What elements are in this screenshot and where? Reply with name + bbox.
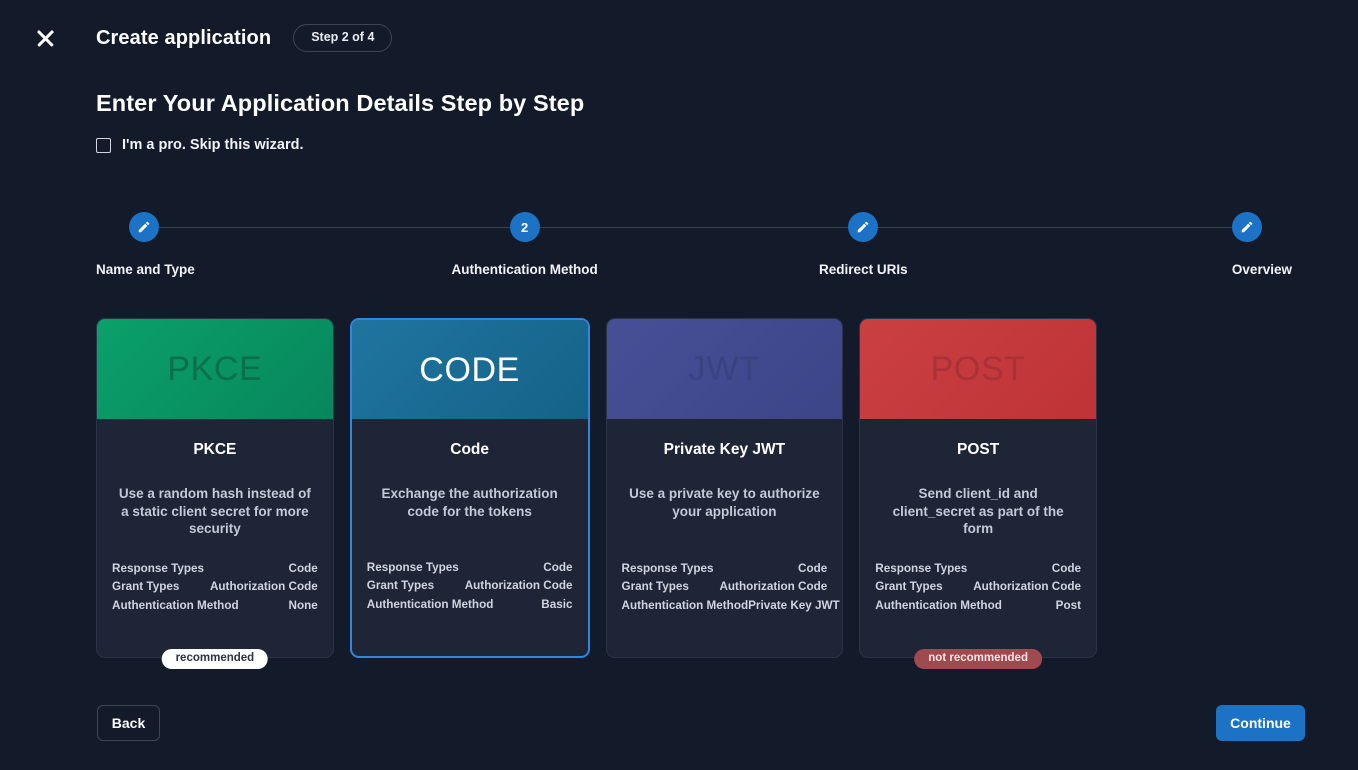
stepper-step-label: Overview [1231, 262, 1292, 277]
pencil-icon[interactable] [848, 212, 879, 242]
card-property-value: Code [543, 560, 573, 574]
card-property-row: Grant Types Authorization Code [875, 578, 1081, 597]
create-application-wizard: Create application Step 2 of 4 Enter You… [0, 0, 1358, 770]
stepper-step-label: Name and Type [96, 262, 195, 277]
card-property-row: Grant Types Authorization Code [112, 578, 318, 597]
card-title: Private Key JWT [663, 441, 786, 458]
pencil-icon[interactable] [1231, 212, 1262, 242]
pencil-icon[interactable] [129, 212, 159, 242]
card-property-value: Authorization Code [464, 579, 573, 592]
card-property-key: Response Types [621, 561, 714, 575]
card-property-row: Authentication Method Post [875, 597, 1081, 616]
close-icon[interactable] [30, 23, 60, 53]
card-property-value: Code [798, 561, 828, 575]
stepper-step-4[interactable]: Overview [1112, 212, 1292, 277]
card-property-row: Authentication Method Basic [367, 596, 573, 615]
step-indicator-badge: Step 2 of 4 [293, 24, 393, 52]
card-banner-text: JWT [688, 350, 761, 388]
card-banner: JWT [606, 319, 843, 419]
card-property-key: Grant Types [112, 580, 180, 593]
card-body: Private Key JWT Use a private key to auth… [607, 419, 843, 520]
card-title: Code [450, 441, 489, 458]
card-property-row: Response Types Code [875, 560, 1081, 579]
card-properties-table: Response Types Code Grant Types Authorizati… [860, 560, 1096, 616]
card-title: PKCE [193, 441, 237, 458]
card-property-key: Grant Types [366, 579, 435, 592]
stepper-steps: Name and Type 2 Authentication Method Redir… [96, 212, 1292, 277]
section-heading: Enter Your Application Details Step by S… [96, 90, 585, 116]
auth-method-card[interactable]: CODE Code Exchange the authorization code … [349, 318, 590, 658]
card-property-value: Authorization Code [973, 580, 1081, 593]
card-properties-table: Response Types Code Grant Types Authorizati… [607, 560, 843, 616]
step-number-badge[interactable]: 2 [509, 212, 540, 242]
card-body: PKCE Use a random hash instead of a stati… [97, 419, 333, 538]
card-property-value: Code [288, 561, 318, 575]
stepper-step-2[interactable]: 2 Authentication Method [435, 212, 615, 277]
card-property-key: Response Types [112, 561, 205, 575]
card-banner: CODE [351, 320, 588, 419]
card-property-key: Response Types [875, 561, 968, 575]
card-description: Exchange the authorization code for the … [381, 486, 558, 519]
card-properties-table: Response Types Code Grant Types Authorizati… [97, 560, 333, 616]
card-property-row: Authentication Method Private Key JWT [621, 597, 840, 616]
card-banner: PKCE [97, 319, 333, 419]
card-property-key: Authentication Method [112, 598, 239, 612]
card-property-key: Authentication Method [621, 598, 749, 612]
card-property-key: Grant Types [621, 580, 689, 593]
card-property-row: Grant Types Authorization Code [622, 578, 828, 597]
skip-wizard-label: I'm a pro. Skip this wizard. [122, 137, 304, 153]
card-property-value: Authorization Code [209, 580, 318, 593]
wizard-stepper: Name and Type 2 Authentication Method Redir… [96, 212, 1292, 282]
card-property-key: Grant Types [875, 580, 943, 593]
card-property-row: Authentication Method None [112, 597, 318, 616]
stepper-step-label: Authentication Method [451, 262, 598, 277]
stepper-step-3[interactable]: Redirect URIs [773, 212, 953, 277]
back-button[interactable]: Back [97, 705, 160, 741]
card-property-value: Post [1055, 598, 1081, 612]
card-title: POST [957, 441, 1000, 458]
card-description: Use a private key to authorize your appl… [629, 486, 820, 519]
auth-method-card[interactable]: JWT Private Key JWT Use a private key to a… [605, 318, 844, 658]
continue-button[interactable]: Continue [1216, 705, 1305, 741]
card-property-key: Response Types [366, 560, 459, 574]
step-number: 2 [521, 219, 529, 235]
auth-method-card-list: PKCE PKCE Use a random hash instead of a s… [96, 318, 1097, 669]
skip-wizard-checkbox-row[interactable]: I'm a pro. Skip this wizard. [96, 137, 304, 153]
card-body: POST Send client_id and client_secret as … [860, 419, 1096, 538]
card-property-row: Grant Types Authorization Code [367, 577, 573, 596]
card-banner: POST [860, 319, 1096, 419]
card-properties-table: Response Types Code Grant Types Authorizati… [352, 559, 588, 615]
card-body: Code Exchange the authorization code for … [352, 419, 588, 520]
card-property-value: Authorization Code [719, 580, 828, 593]
auth-method-card[interactable]: PKCE PKCE Use a random hash instead of a s… [96, 318, 334, 669]
card-description: Use a random hash instead of a static cl… [118, 486, 311, 536]
card-property-value: Code [1051, 561, 1081, 575]
stepper-step-1[interactable]: Name and Type [96, 212, 276, 277]
card-banner-text: CODE [419, 350, 520, 389]
card-property-row: Response Types Code [367, 559, 573, 578]
skip-wizard-checkbox[interactable] [96, 137, 111, 153]
card-property-key: Authentication Method [875, 598, 1002, 612]
auth-method-card[interactable]: POST POST Send client_id and client_secret… [859, 318, 1097, 669]
card-recommendation-badge: recommended [161, 648, 269, 669]
card-recommendation-badge: not recommended [914, 648, 1042, 669]
card-property-value: None [288, 598, 318, 612]
card-property-row: Response Types Code [112, 560, 318, 579]
page-title: Create application [96, 26, 272, 49]
card-property-key: Authentication Method [366, 597, 494, 611]
card-banner-text: PKCE [167, 350, 263, 388]
card-property-value: Basic [541, 597, 573, 611]
card-description: Send client_id and client_secret as part… [892, 486, 1064, 536]
card-property-row: Response Types Code [622, 560, 828, 579]
card-banner-text: POST [930, 350, 1026, 388]
top-bar: Create application Step 2 of 4 [0, 0, 1358, 76]
card-property-value: Private Key JWT [748, 598, 840, 612]
stepper-step-label: Redirect URIs [819, 262, 908, 277]
